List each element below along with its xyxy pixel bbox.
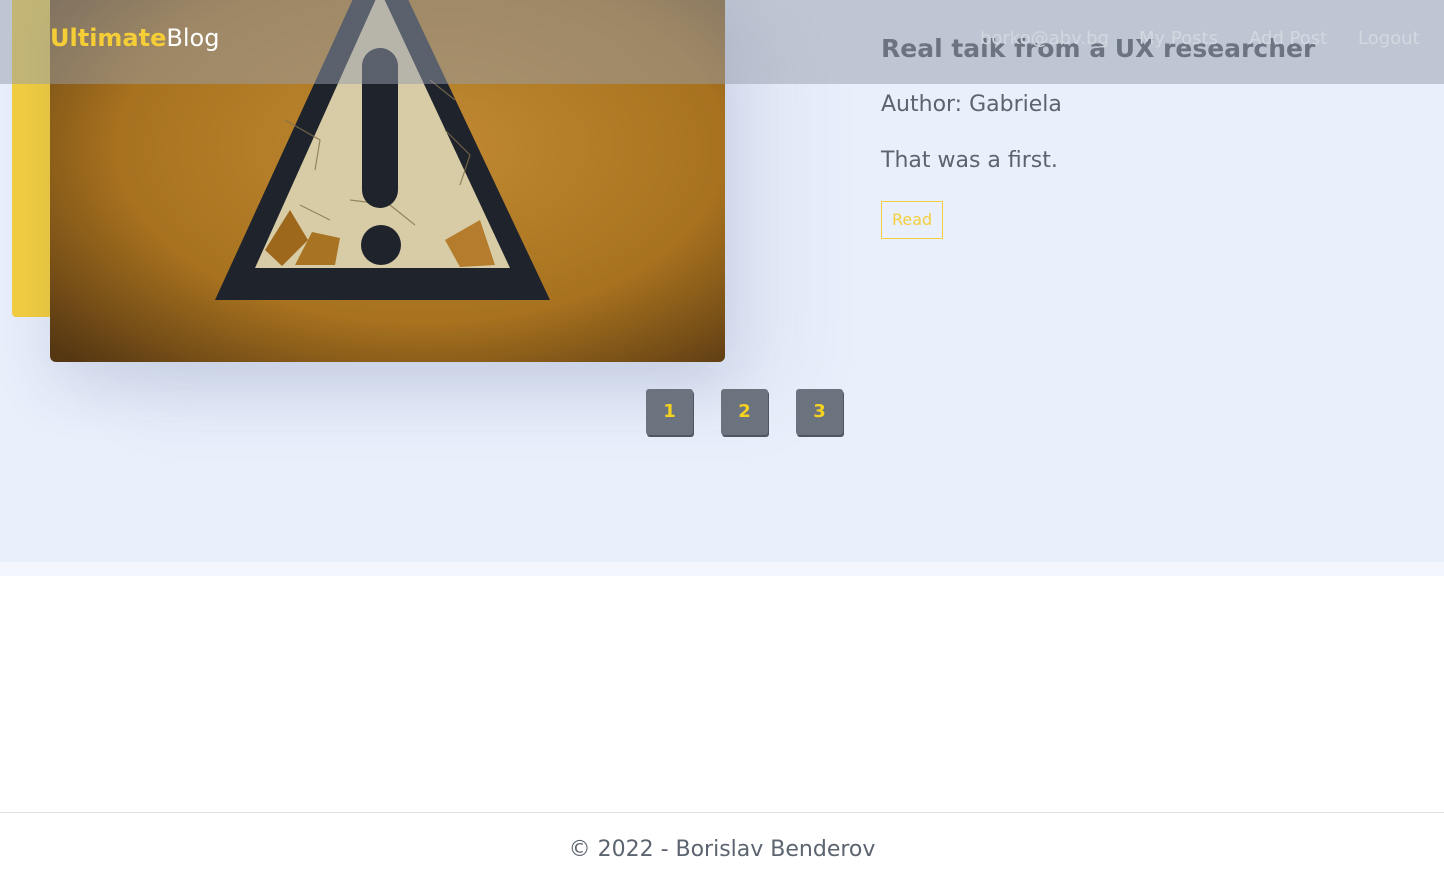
footer-copyright: © 2022 - Borislav Benderov — [568, 837, 876, 862]
post-author: Author: Gabriela — [881, 92, 1062, 117]
read-post-button[interactable]: Read — [881, 201, 944, 239]
nav-add-post[interactable]: Add Post — [1249, 28, 1327, 49]
top-navbar: UltimateBlog borko@abv.bg My Posts Add P… — [0, 0, 1444, 84]
page-button-2[interactable]: 2 — [721, 389, 768, 435]
user-email-link[interactable]: borko@abv.bg — [980, 28, 1109, 49]
page: Real talk from a UX researcher Author: G… — [0, 0, 1444, 872]
post-excerpt: That was a first. — [881, 148, 1058, 173]
brand-name-part2: Blog — [166, 24, 220, 52]
brand-name-part1: Ultimate — [50, 24, 167, 52]
page-button-1[interactable]: 1 — [646, 389, 693, 435]
nav-my-posts[interactable]: My Posts — [1139, 28, 1218, 49]
section-divider-band — [0, 562, 1444, 576]
brand-logo-link[interactable]: UltimateBlog — [50, 24, 219, 52]
footer: © 2022 - Borislav Benderov — [0, 812, 1444, 872]
page-button-3[interactable]: 3 — [796, 389, 843, 435]
nav-logout[interactable]: Logout — [1358, 28, 1420, 49]
